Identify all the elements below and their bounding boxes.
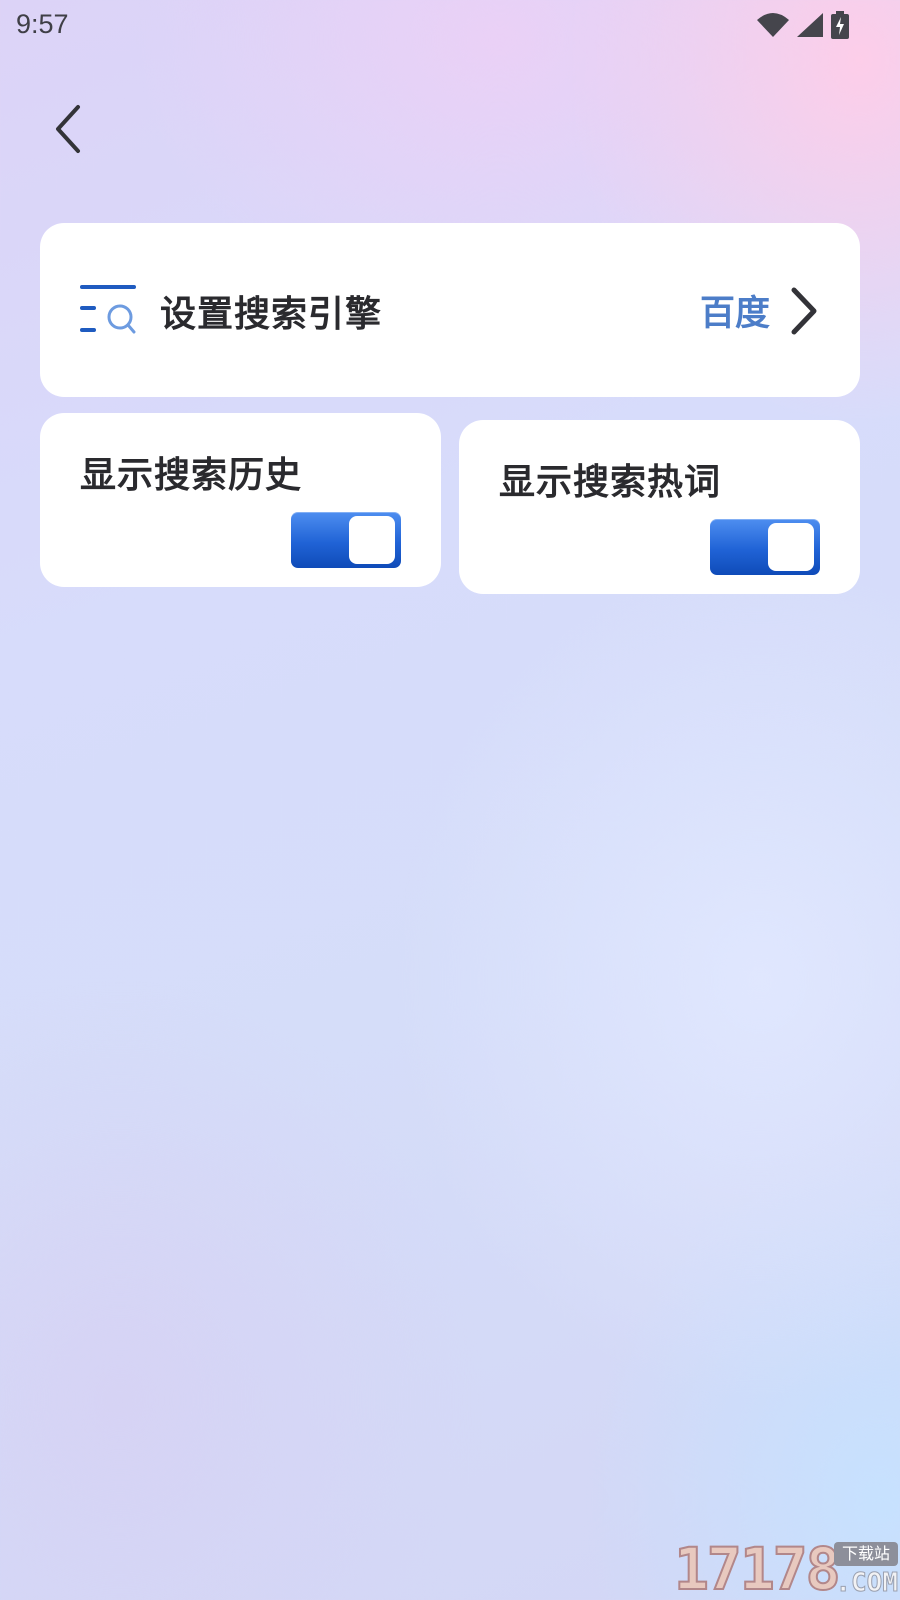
back-button[interactable] (40, 98, 96, 160)
search-history-toggle[interactable] (291, 512, 401, 568)
watermark-suffix: .COM (835, 1568, 899, 1599)
list-search-icon (78, 284, 138, 336)
toggle-knob (349, 516, 395, 564)
battery-charging-icon (830, 11, 850, 43)
wifi-icon (756, 12, 790, 42)
hot-words-label: 显示搜索热词 (499, 462, 722, 503)
watermark-badge: 下载站 (834, 1542, 898, 1566)
toggle-knob (768, 523, 814, 571)
chevron-left-icon (56, 105, 80, 153)
search-engine-value[interactable]: 百度 (700, 285, 770, 336)
watermark-digits: 17178 (673, 1535, 842, 1600)
status-bar: 9:57 (0, 0, 900, 50)
status-time: 9:57 (16, 9, 69, 39)
cellular-signal-icon (796, 12, 824, 42)
watermark-logo: 17178 下载站 .COM (673, 1535, 900, 1600)
search-history-label: 显示搜索历史 (80, 455, 303, 496)
search-engine-label: 设置搜索引擎 (160, 294, 383, 335)
chevron-right-icon[interactable] (786, 286, 822, 336)
status-icons (756, 11, 850, 43)
hot-words-toggle[interactable] (710, 519, 820, 575)
